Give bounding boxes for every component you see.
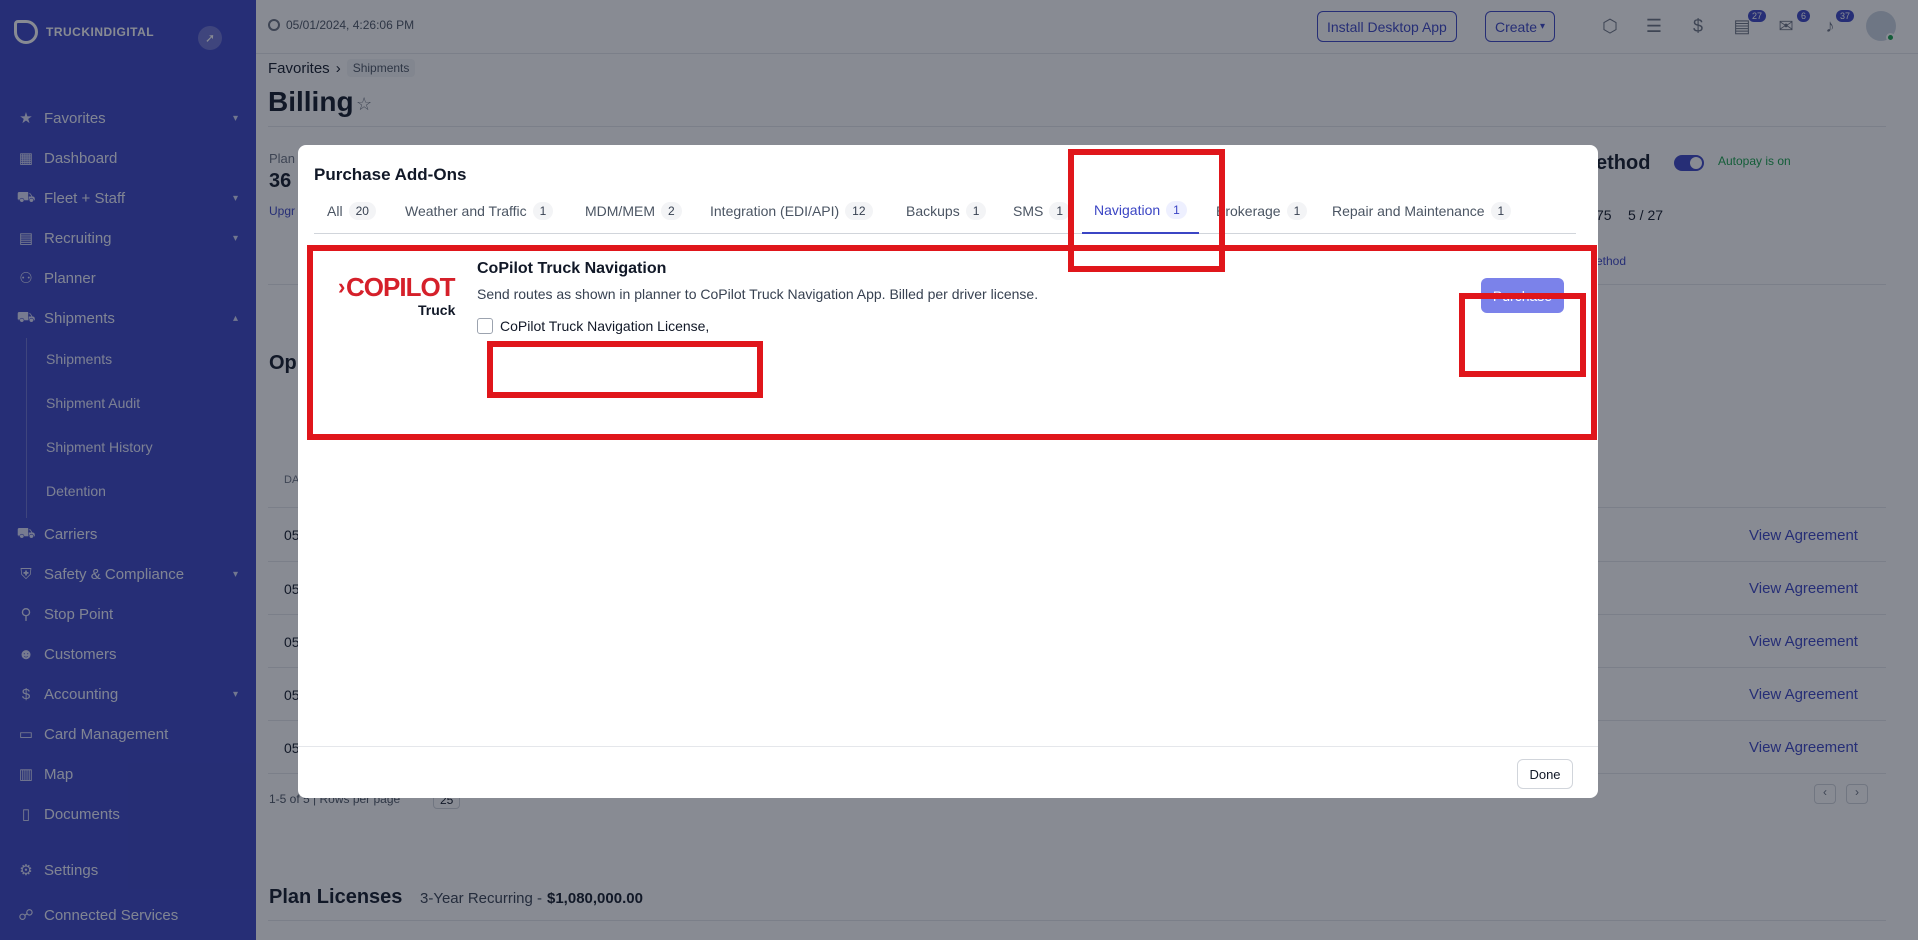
tab-count: 1	[965, 201, 987, 220]
highlight-box-license-checkbox	[487, 341, 763, 398]
tab-count: 12	[845, 201, 873, 220]
tab-count: 1	[532, 201, 554, 220]
tab-repair-and-maintenance[interactable]: Repair and Maintenance 1	[1332, 187, 1512, 234]
modal-title: Purchase Add-Ons	[314, 165, 467, 184]
tab-backups[interactable]: Backups 1	[906, 187, 987, 234]
tab-weather-and-traffic[interactable]: Weather and Traffic 1	[405, 187, 554, 234]
highlight-box-purchase-button	[1459, 293, 1586, 377]
tab-count: 2	[661, 201, 682, 220]
tab-mdm-mem[interactable]: MDM/MEM 2	[585, 187, 682, 234]
addon-tabs: All 20 Weather and Traffic 1 MDM/MEM 2 Inte…	[314, 187, 1576, 234]
modal-footer: Done	[298, 746, 1598, 798]
tab-sms[interactable]: SMS 1	[1013, 187, 1071, 234]
tab-brokerage[interactable]: Brokerage 1	[1216, 187, 1308, 234]
tab-all[interactable]: All 20	[327, 187, 376, 234]
tab-count: 1	[1049, 201, 1071, 220]
tab-count: 20	[348, 201, 376, 220]
tab-count: 1	[1490, 201, 1512, 220]
tab-integration[interactable]: Integration (EDI/API) 12	[710, 187, 873, 234]
done-button[interactable]: Done	[1517, 759, 1573, 789]
tab-count: 1	[1286, 201, 1308, 220]
purchase-addons-modal: Purchase Add-Ons All 20 Weather and Traff…	[298, 145, 1598, 798]
